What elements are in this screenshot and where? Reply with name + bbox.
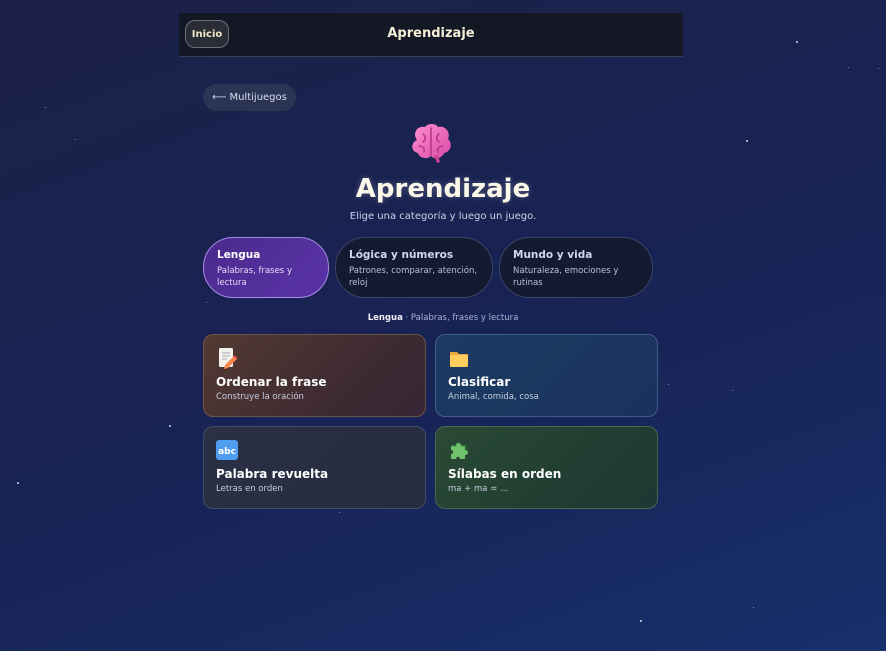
game-card-clasificar[interactable]: Clasificar Animal, comida, cosa — [435, 334, 658, 417]
game-title: Ordenar la frase — [216, 375, 327, 389]
selected-category-caption: Lengua · Palabras, frases y lectura — [0, 313, 886, 323]
puzzle-icon — [451, 442, 468, 459]
back-to-multijuegos-button[interactable]: ⟵ Multijuegos — [203, 84, 296, 111]
category-description: Naturaleza, emociones y rutinas — [513, 266, 619, 288]
caption-description: Palabras, frases y lectura — [410, 313, 519, 323]
top-bar: Inicio Aprendizaje — [179, 13, 683, 57]
caption-category: Lengua — [367, 313, 403, 323]
abc-icon: abc — [216, 440, 238, 460]
category-logica-numeros[interactable]: Lógica y números Patrones, comparar, ate… — [335, 237, 493, 298]
game-description: Letras en orden — [216, 484, 283, 494]
back-button-label: Multijuegos — [229, 92, 287, 103]
game-card-ordenar-frase[interactable]: Ordenar la frase Construye la oración — [203, 334, 426, 417]
game-title: Clasificar — [448, 375, 511, 389]
page-header-title: Aprendizaje — [387, 26, 475, 41]
category-title: Lógica y números — [349, 249, 454, 261]
arrow-left-icon: ⟵ — [212, 92, 227, 103]
category-title: Lengua — [217, 249, 261, 261]
game-description: ma + ma = ... — [448, 484, 509, 494]
category-title: Mundo y vida — [513, 249, 593, 261]
caption-separator: · — [402, 313, 411, 323]
memo-pencil-icon — [219, 348, 238, 369]
game-card-palabra-revuelta[interactable]: abc Palabra revuelta Letras en orden — [203, 426, 426, 509]
game-title: Palabra revuelta — [216, 467, 329, 481]
folder-icon — [450, 352, 468, 367]
game-description: Construye la oración — [216, 392, 304, 402]
category-lengua[interactable]: Lengua Palabras, frases y lectura — [203, 237, 329, 298]
brain-icon — [412, 124, 451, 163]
category-mundo-vida[interactable]: Mundo y vida Naturaleza, emociones y rut… — [499, 237, 653, 298]
game-description: Animal, comida, cosa — [448, 392, 539, 402]
hero-title: Aprendizaje — [355, 174, 531, 204]
hero-subtitle: Elige una categoría y luego un juego. — [349, 211, 537, 222]
game-card-silabas-orden[interactable]: Sílabas en orden ma + ma = ... — [435, 426, 658, 509]
svg-text:abc: abc — [218, 447, 236, 457]
category-description: Patrones, comparar, atención, reloj — [349, 266, 478, 288]
category-description: Palabras, frases y lectura — [217, 266, 292, 288]
game-title: Sílabas en orden — [448, 467, 562, 481]
